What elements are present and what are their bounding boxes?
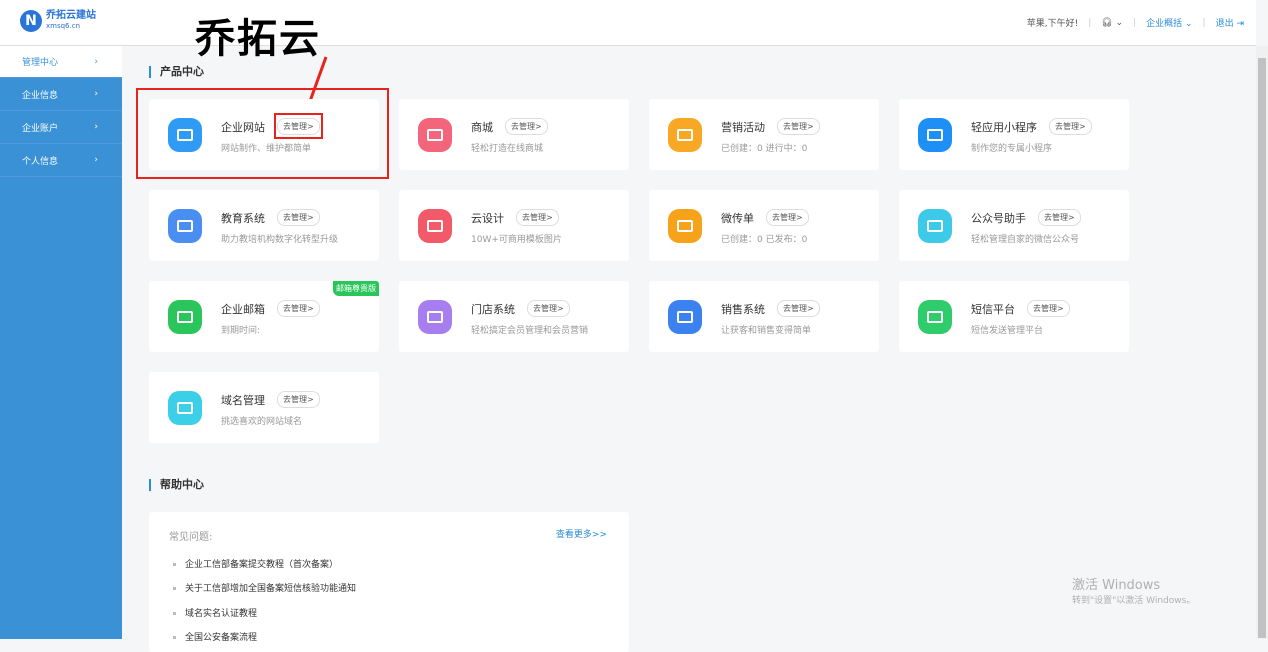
- help-center-title: 帮助中心: [149, 479, 204, 491]
- product-name: 销售系统: [721, 303, 765, 316]
- product-name: 云设计: [471, 212, 504, 225]
- product-card[interactable]: 商城 去管理> 轻松打造在线商城: [399, 99, 629, 170]
- product-card[interactable]: 公众号助手 去管理> 轻松管理自家的微信公众号: [899, 190, 1129, 261]
- product-desc: 助力教培机构数字化转型升级: [221, 235, 339, 245]
- manage-button[interactable]: 去管理>: [1027, 300, 1070, 317]
- product-icon: [668, 118, 702, 152]
- product-desc: 短信发送管理平台: [971, 326, 1044, 336]
- product-name: 域名管理: [221, 394, 265, 407]
- product-name: 轻应用小程序: [971, 121, 1037, 134]
- product-desc: 轻松搞定会员管理和会员营销: [471, 326, 589, 336]
- chevron-right-icon: ›: [94, 89, 98, 99]
- manage-button[interactable]: 去管理>: [516, 209, 559, 226]
- sidebar-item-company-account[interactable]: 企业账户 ›: [0, 111, 122, 144]
- product-card[interactable]: 教育系统 去管理> 助力教培机构数字化转型升级: [149, 190, 379, 261]
- view-more-link[interactable]: 查看更多>>: [556, 527, 607, 540]
- manage-button[interactable]: 去管理>: [277, 209, 320, 226]
- faq-link[interactable]: 全国公安备案流程: [173, 630, 257, 643]
- product-icon: [418, 118, 452, 152]
- manage-button[interactable]: 去管理>: [1038, 209, 1081, 226]
- faq-link[interactable]: 域名实名认证教程: [173, 606, 257, 619]
- product-name: 短信平台: [971, 303, 1015, 316]
- annotation-box: [136, 88, 389, 179]
- product-icon: [418, 300, 452, 334]
- sidebar: 管理中心 › 企业信息 › 企业账户 › 个人信息 ›: [0, 46, 122, 639]
- product-icon: [918, 300, 952, 334]
- manage-button[interactable]: 去管理>: [277, 300, 320, 317]
- product-card[interactable]: 短信平台 去管理> 短信发送管理平台: [899, 281, 1129, 352]
- product-card[interactable]: 企业邮箱 去管理> 到期时间: 邮箱尊贵版: [149, 281, 379, 352]
- annotation-box-small: [274, 113, 323, 139]
- product-name: 门店系统: [471, 303, 515, 316]
- product-desc: 10W+可商用模板图片: [471, 235, 562, 245]
- product-desc: 已创建：0 已发布：0: [721, 235, 808, 245]
- help-card: 常见问题: 查看更多>> 企业工信部备案提交教程（首次备案） 关于工信部增加全国…: [149, 512, 629, 652]
- windows-watermark: 激活 Windows 转到"设置"以激活 Windows。: [1072, 578, 1196, 606]
- chevron-right-icon: ›: [94, 122, 98, 132]
- product-center-title: 产品中心: [149, 66, 204, 78]
- faq-link[interactable]: 企业工信部备案提交教程（首次备案）: [173, 557, 338, 570]
- product-card[interactable]: 微传单 去管理> 已创建：0 已发布：0: [649, 190, 879, 261]
- scrollbar[interactable]: [1256, 46, 1268, 639]
- product-icon: [918, 209, 952, 243]
- product-icon: [668, 300, 702, 334]
- product-name: 营销活动: [721, 121, 765, 134]
- product-icon: [168, 300, 202, 334]
- product-card[interactable]: 云设计 去管理> 10W+可商用模板图片: [399, 190, 629, 261]
- product-desc: 已创建：0 进行中：0: [721, 144, 808, 154]
- product-desc: 轻松管理自家的微信公众号: [971, 235, 1080, 245]
- sidebar-item-management[interactable]: 管理中心 ›: [0, 46, 122, 78]
- product-card[interactable]: 营销活动 去管理> 已创建：0 进行中：0: [649, 99, 879, 170]
- product-icon: [168, 209, 202, 243]
- product-card[interactable]: 门店系统 去管理> 轻松搞定会员管理和会员营销: [399, 281, 629, 352]
- manage-button[interactable]: 去管理>: [277, 391, 320, 408]
- product-name: 公众号助手: [971, 212, 1026, 225]
- product-desc: 到期时间:: [221, 326, 261, 336]
- product-name: 教育系统: [221, 212, 265, 225]
- product-icon: [668, 209, 702, 243]
- product-desc: 制作您的专属小程序: [971, 144, 1053, 154]
- product-icon: [418, 209, 452, 243]
- product-card[interactable]: 轻应用小程序 去管理> 制作您的专属小程序: [899, 99, 1129, 170]
- faq-link[interactable]: 关于工信部增加全国备案短信核验功能通知: [173, 581, 356, 594]
- product-desc: 让获客和销售变得简单: [721, 326, 812, 336]
- chevron-right-icon: ›: [94, 56, 98, 67]
- manage-button[interactable]: 去管理>: [505, 118, 548, 135]
- product-name: 微传单: [721, 212, 754, 225]
- faq-title: 常见问题:: [169, 532, 213, 543]
- manage-button[interactable]: 去管理>: [777, 300, 820, 317]
- manage-button[interactable]: 去管理>: [1049, 118, 1092, 135]
- product-desc: 轻松打造在线商城: [471, 144, 544, 154]
- sidebar-item-personal-info[interactable]: 个人信息 ›: [0, 144, 122, 177]
- manage-button[interactable]: 去管理>: [777, 118, 820, 135]
- product-name: 商城: [471, 121, 493, 134]
- chevron-right-icon: ›: [94, 155, 98, 165]
- manage-button[interactable]: 去管理>: [766, 209, 809, 226]
- scrollbar-thumb[interactable]: [1258, 58, 1266, 638]
- premium-badge: 邮箱尊贵版: [333, 281, 379, 296]
- sidebar-item-company-info[interactable]: 企业信息 ›: [0, 78, 122, 111]
- product-card[interactable]: 销售系统 去管理> 让获客和销售变得简单: [649, 281, 879, 352]
- product-icon: [918, 118, 952, 152]
- product-icon: [168, 391, 202, 425]
- product-name: 企业邮箱: [221, 303, 265, 316]
- manage-button[interactable]: 去管理>: [527, 300, 570, 317]
- product-card[interactable]: 域名管理 去管理> 挑选喜欢的网站域名: [149, 372, 379, 443]
- product-desc: 挑选喜欢的网站域名: [221, 417, 303, 427]
